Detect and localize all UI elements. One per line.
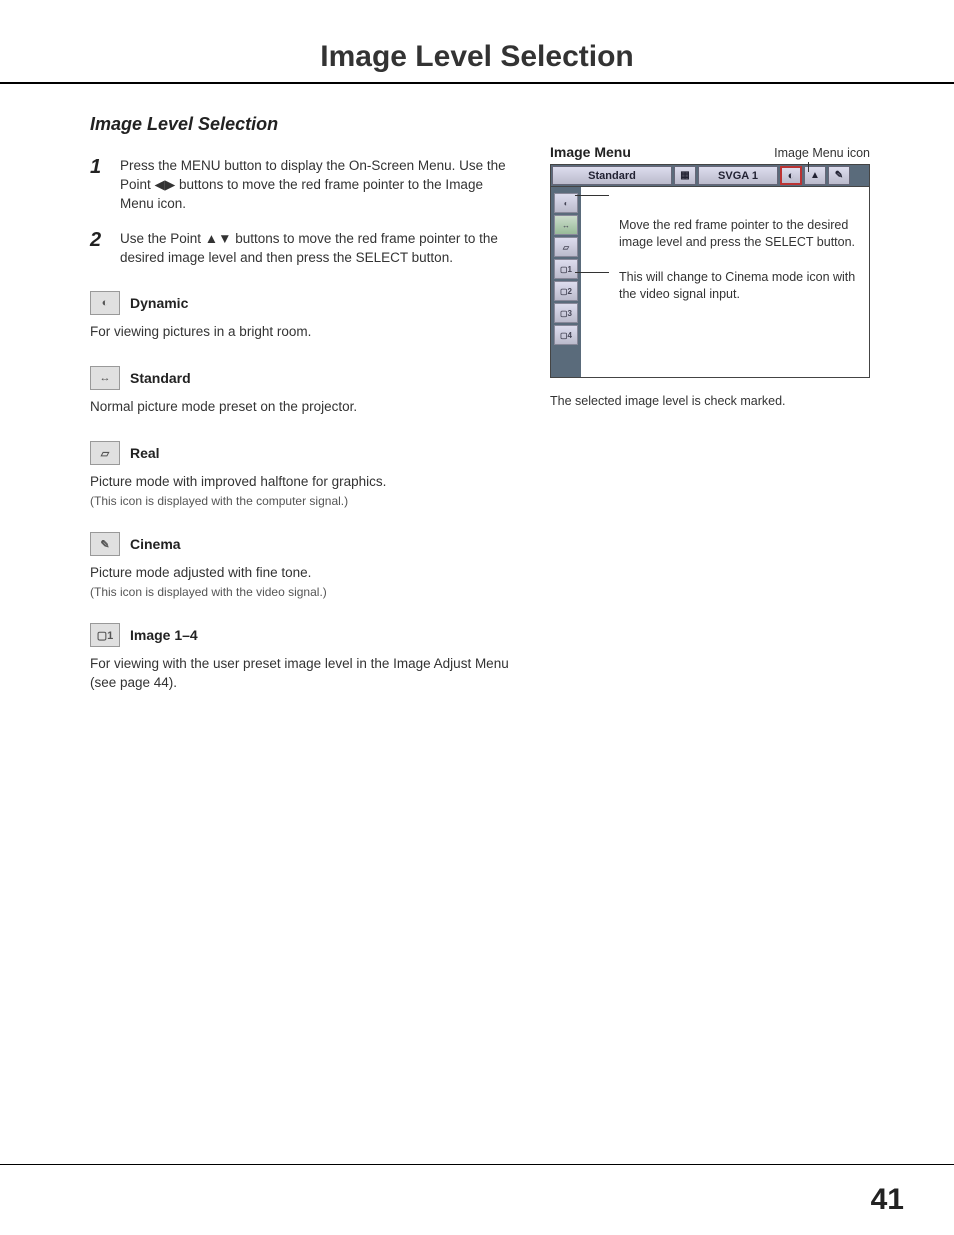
mode-image-1-4: ▢1 Image 1–4 For viewing with the user p… (90, 623, 510, 693)
mode-note: (This icon is displayed with the video s… (90, 585, 510, 599)
step-2: 2 Use the Point ▲▼ buttons to move the r… (90, 230, 510, 268)
side-icon-image1: ▢1 (554, 259, 578, 279)
mode-desc: Picture mode with improved halftone for … (90, 473, 510, 492)
mode-title: Dynamic (130, 295, 188, 311)
mode-cinema: ✎ Cinema Picture mode adjusted with fine… (90, 532, 510, 599)
menu-top-bar: Standard ▦ SVGA 1 ◐ ▲ ✎ (551, 165, 869, 187)
mode-title: Cinema (130, 536, 181, 552)
mode-title: Real (130, 445, 160, 461)
step-1: 1 Press the MENU button to display the O… (90, 157, 510, 214)
mode-real: ▱ Real Picture mode with improved halfto… (90, 441, 510, 508)
mode-standard: ↔ Standard Normal picture mode preset on… (90, 366, 510, 417)
menu-sidebar: ◐ ↔ ▱ ▢1 ▢2 ▢3 ▢4 (551, 187, 581, 377)
menu-signal-label: SVGA 1 (698, 166, 778, 185)
image-menu-icon-label: Image Menu icon (774, 146, 870, 160)
mode-desc: For viewing with the user preset image l… (90, 655, 510, 693)
page-number: 41 (871, 1183, 904, 1217)
bottom-rule (0, 1164, 954, 1165)
image1-icon: ▢1 (90, 623, 120, 647)
section-title: Image Level Selection (90, 114, 510, 135)
cinema-icon: ✎ (90, 532, 120, 556)
mode-dynamic: ◐ Dynamic For viewing pictures in a brig… (90, 291, 510, 342)
real-icon: ▱ (90, 441, 120, 465)
annotation-1: Move the red frame pointer to the desire… (619, 217, 859, 251)
dynamic-icon: ◐ (90, 291, 120, 315)
image-menu-heading: Image Menu (550, 144, 631, 160)
side-icon-image2: ▢2 (554, 281, 578, 301)
side-icon-real: ▱ (554, 237, 578, 257)
mode-desc: Normal picture mode preset on the projec… (90, 398, 510, 417)
menu-image-icon: ◐ (780, 166, 802, 185)
step-text: Use the Point ▲▼ buttons to move the red… (120, 230, 510, 268)
step-number: 2 (90, 230, 108, 268)
leader-line (575, 195, 609, 196)
side-icon-dynamic: ◐ (554, 193, 578, 213)
page-title: Image Level Selection (0, 0, 954, 82)
leader-line (808, 162, 809, 172)
footer-annotation: The selected image level is check marked… (550, 394, 870, 408)
mode-desc: Picture mode adjusted with fine tone. (90, 564, 510, 583)
menu-icon: ▦ (674, 166, 696, 185)
standard-icon: ↔ (90, 366, 120, 390)
menu-icon: ✎ (828, 166, 850, 185)
mode-note: (This icon is displayed with the compute… (90, 494, 510, 508)
step-text: Press the MENU button to display the On-… (120, 157, 510, 214)
side-icon-image4: ▢4 (554, 325, 578, 345)
annotation-2: This will change to Cinema mode icon wit… (619, 269, 859, 303)
menu-mode-label: Standard (552, 166, 672, 185)
leader-line (575, 272, 609, 273)
menu-screenshot: Standard ▦ SVGA 1 ◐ ▲ ✎ ◐ ↔ ▱ ▢1 ▢2 ▢3 ▢… (550, 164, 870, 378)
step-number: 1 (90, 157, 108, 214)
mode-desc: For viewing pictures in a bright room. (90, 323, 510, 342)
mode-title: Standard (130, 370, 191, 386)
side-icon-standard: ↔ (554, 215, 578, 235)
side-icon-image3: ▢3 (554, 303, 578, 323)
mode-title: Image 1–4 (130, 627, 198, 643)
